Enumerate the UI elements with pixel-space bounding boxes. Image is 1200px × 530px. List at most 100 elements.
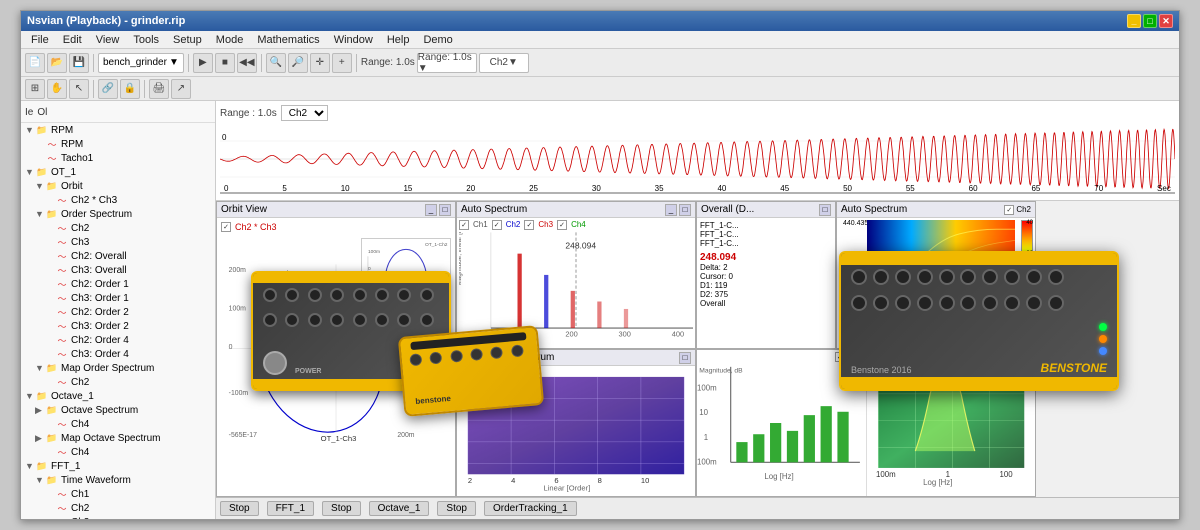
toolbar-cursor2[interactable]: + xyxy=(332,53,352,73)
toolbar-grid[interactable]: ⊞ xyxy=(25,79,45,99)
asr-ch2-cb[interactable] xyxy=(1004,205,1014,215)
tree-rpm-channel[interactable]: 〜 RPM xyxy=(21,137,215,151)
tree-octave1[interactable]: ▼ 📁 Octave_1 xyxy=(21,389,215,403)
colormap-svg: 0 100 200 300 400 500 xyxy=(867,220,1015,313)
toolbar-zoom-in[interactable]: 🔍 xyxy=(266,53,286,73)
tree-ch2[interactable]: 〜 Ch2 xyxy=(21,221,215,235)
tree-ot1[interactable]: ▼ 📁 OT_1 xyxy=(21,165,215,179)
tree-ch3-order1[interactable]: 〜 Ch3: Order 1 xyxy=(21,291,215,305)
maximize-button[interactable]: □ xyxy=(1143,14,1157,28)
tree-ch2ch3[interactable]: 〜 Ch2 * Ch3 xyxy=(21,193,215,207)
menu-demo[interactable]: Demo xyxy=(417,33,458,47)
svg-text:OT_1-Ch2: OT_1-Ch2 xyxy=(259,269,295,278)
tree-oct-ch4[interactable]: 〜 Ch4 xyxy=(21,417,215,431)
orbit-max-btn[interactable]: □ xyxy=(439,204,451,216)
tree-map-octave[interactable]: ▶ 📁 Map Octave Spectrum xyxy=(21,431,215,445)
auto-spectrum-right-panel: Auto Spectrum Ch2 440.435 104.65 xyxy=(836,201,1036,349)
menu-tools[interactable]: Tools xyxy=(127,33,165,47)
toolbar-rewind[interactable]: ◀◀ xyxy=(237,53,257,73)
folder-icon-ot1: 📁 xyxy=(35,166,49,178)
x-axis: 0 5 10 15 20 25 30 35 40 45 50 55 60 65 xyxy=(220,184,1175,193)
menu-edit[interactable]: Edit xyxy=(57,33,88,47)
as-ch2-cb[interactable] xyxy=(492,220,502,230)
tree-ch2-order4[interactable]: 〜 Ch2: Order 4 xyxy=(21,333,215,347)
separator-2 xyxy=(188,54,189,72)
range-dropdown[interactable]: Range: 1.0s ▼ xyxy=(417,53,477,73)
overall-title: Overall (D... □ xyxy=(697,202,835,218)
tree-rpm-root[interactable]: ▼ 📁 RPM xyxy=(21,123,215,137)
tree-ch3-overall[interactable]: 〜 Ch3: Overall xyxy=(21,263,215,277)
tree-ch3-order4[interactable]: 〜 Ch3: Order 4 xyxy=(21,347,215,361)
auto-spec-right-content: 440.435 104.65 xyxy=(837,218,1035,348)
tree-tw-ch1[interactable]: 〜 Ch1 xyxy=(21,487,215,501)
menu-window[interactable]: Window xyxy=(328,33,379,47)
toolbar-lock[interactable]: 🔒 xyxy=(120,79,140,99)
close-button[interactable]: ✕ xyxy=(1159,14,1173,28)
auto-spec-min[interactable]: _ xyxy=(665,204,677,216)
tree-moc-ch4[interactable]: 〜 Ch4 xyxy=(21,445,215,459)
toolbar-print[interactable]: 🖨 xyxy=(149,79,169,99)
bench-grinder-dropdown[interactable]: bench_grinder ▼ xyxy=(98,53,184,73)
toolbar-pan[interactable]: ✋ xyxy=(47,79,67,99)
as-ch4-cb[interactable] xyxy=(557,220,567,230)
toolbar-open[interactable]: 📂 xyxy=(47,53,67,73)
orbit-ch2-checkbox[interactable] xyxy=(221,222,231,232)
tree-ch2-order1[interactable]: 〜 Ch2: Order 1 xyxy=(21,277,215,291)
wave-icon-16: 〜 xyxy=(55,446,69,458)
orbit-min-btn[interactable]: _ xyxy=(425,204,437,216)
menu-view[interactable]: View xyxy=(90,33,126,47)
menu-file[interactable]: File xyxy=(25,33,55,47)
tree-fft1[interactable]: ▼ 📁 FFT_1 xyxy=(21,459,215,473)
tree-time-waveform[interactable]: ▼ 📁 Time Waveform xyxy=(21,473,215,487)
toolbar-select[interactable]: ↖ xyxy=(69,79,89,99)
ch-selector[interactable]: Ch2 ▼ xyxy=(479,53,529,73)
bar-ch2-cb[interactable] xyxy=(835,352,845,362)
toolbar-link[interactable]: 🔗 xyxy=(98,79,118,99)
toolbar-new[interactable]: 📄 xyxy=(25,53,45,73)
sidebar-label-ie: Ie xyxy=(25,107,33,118)
tree-label-ch2-o4: Ch2: Order 4 xyxy=(71,335,129,346)
menu-mathematics[interactable]: Mathematics xyxy=(251,33,325,47)
toolbar-export[interactable]: ↗ xyxy=(171,79,191,99)
x-tick-60: 60 xyxy=(969,184,978,193)
tree-octave-spectrum[interactable]: ▶ 📁 Octave Spectrum xyxy=(21,403,215,417)
toolbar-save[interactable]: 💾 xyxy=(69,53,89,73)
menu-mode[interactable]: Mode xyxy=(210,33,250,47)
tree-tw-ch3[interactable]: 〜 Ch3 xyxy=(21,515,215,519)
svg-text:100m: 100m xyxy=(697,383,717,392)
minimize-button[interactable]: _ xyxy=(1127,14,1141,28)
asr-ymax: 440.435 xyxy=(843,220,868,227)
tree-order-spectrum[interactable]: ▼ 📁 Order Spectrum xyxy=(21,207,215,221)
tree-ch2-order2[interactable]: 〜 Ch2: Order 2 xyxy=(21,305,215,319)
auto-spec-max[interactable]: □ xyxy=(679,204,691,216)
tree-label-moc: Map Octave Spectrum xyxy=(61,433,160,444)
sidebar-toolbar: Ie Ol xyxy=(21,103,215,123)
wave-icon-10: 〜 xyxy=(55,306,69,318)
as-ch1-cb[interactable] xyxy=(459,220,469,230)
tree-mo-ch2[interactable]: 〜 Ch2 xyxy=(21,375,215,389)
status-stop-1: Stop xyxy=(220,501,259,516)
toolbar-play[interactable]: ▶ xyxy=(193,53,213,73)
tree-ch3-order2[interactable]: 〜 Ch3: Order 2 xyxy=(21,319,215,333)
toolbar-zoom-out[interactable]: 🔎 xyxy=(288,53,308,73)
overall-max[interactable]: □ xyxy=(819,204,831,216)
toolbar-stop[interactable]: ■ xyxy=(215,53,235,73)
tree-orbit[interactable]: ▼ 📁 Orbit xyxy=(21,179,215,193)
tree-map-order[interactable]: ▼ 📁 Map Order Spectrum xyxy=(21,361,215,375)
map-order-max[interactable]: □ xyxy=(679,352,691,364)
tree-label-ch2-o1: Ch2: Order 1 xyxy=(71,279,129,290)
menu-setup[interactable]: Setup xyxy=(167,33,208,47)
svg-text:100m: 100m xyxy=(368,249,380,255)
x-tick-15: 15 xyxy=(403,184,412,193)
menu-help[interactable]: Help xyxy=(381,33,416,47)
tree-ch2-overall[interactable]: 〜 Ch2: Overall xyxy=(21,249,215,263)
tree-ch3[interactable]: 〜 Ch3 xyxy=(21,235,215,249)
tree-label-ch3-o1: Ch3: Order 1 xyxy=(71,293,129,304)
tree-tw-ch2[interactable]: 〜 Ch2 xyxy=(21,501,215,515)
tree-tacho[interactable]: 〜 Tacho1 xyxy=(21,151,215,165)
as-ch3-cb[interactable] xyxy=(524,220,534,230)
toolbar-cursor[interactable]: ✛ xyxy=(310,53,330,73)
tree-label-os2: Octave Spectrum xyxy=(61,405,138,416)
cursor-value: 248.094 xyxy=(700,252,736,263)
top-chart-ch-selector[interactable]: Ch2 xyxy=(281,105,328,121)
